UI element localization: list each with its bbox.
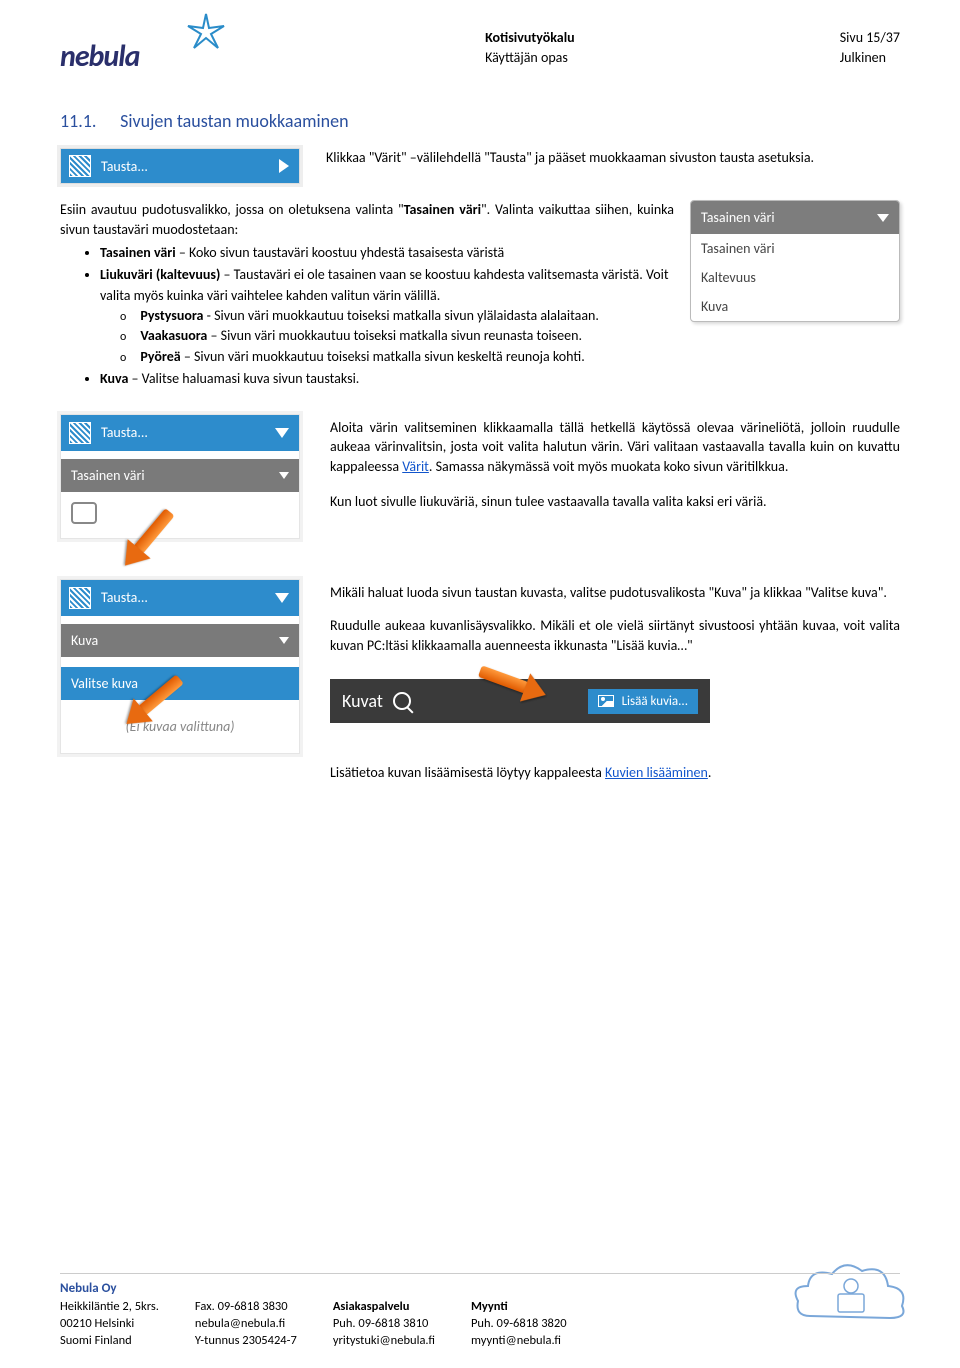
tausta-button[interactable]: Tausta... xyxy=(61,580,299,616)
list-item: Vaakasuora – Sivun väri muokkautuu toise… xyxy=(120,326,900,346)
tausta-button-label: Tausta... xyxy=(101,589,148,606)
kuvat-title: Kuvat xyxy=(342,690,383,712)
varit-link[interactable]: Värit xyxy=(402,458,429,475)
image-icon xyxy=(598,695,614,707)
chevron-down-icon xyxy=(279,637,289,644)
classification: Julkinen xyxy=(840,48,900,68)
paragraph: Aloita värin valitseminen klikkaamalla t… xyxy=(330,418,900,477)
add-images-button[interactable]: Lisää kuvia... xyxy=(588,689,698,714)
paragraph: Mikäli haluat luoda sivun taustan kuvast… xyxy=(330,583,900,603)
page-header: nebula Kotisivutyökalu Käyttäjän opas Si… xyxy=(60,20,900,80)
tausta-button-label: Tausta... xyxy=(101,158,148,175)
tausta-panel-color: Tausta... Tasainen väri xyxy=(60,414,300,539)
section-number: 11.1. xyxy=(60,110,116,132)
kuvien-link[interactable]: Kuvien lisääminen xyxy=(605,764,708,781)
footer-col: Heikkiläntie 2, 5krs.00210 HelsinkiSuomi… xyxy=(60,1299,159,1350)
dropdown-row[interactable]: Kuva xyxy=(61,624,299,657)
page-number: Sivu 15/37 xyxy=(840,28,900,48)
hatch-icon xyxy=(69,155,91,177)
footer-col: AsiakaspalveluPuh. 09-6818 3810yritystuk… xyxy=(333,1299,435,1350)
dropdown-option[interactable]: Kaltevuus xyxy=(691,263,899,292)
tausta-button[interactable]: Tausta... xyxy=(60,148,300,184)
nebula-logo: nebula xyxy=(60,20,220,80)
empty-state-label: (Ei kuvaa valittuna) xyxy=(61,700,299,753)
dropdown-selected: Tasainen väri xyxy=(701,209,775,226)
tasainen-dropdown[interactable]: Tasainen väri Tasainen väri Kaltevuus Ku… xyxy=(690,200,900,322)
dropdown-header[interactable]: Tasainen väri xyxy=(691,201,899,234)
dropdown-option[interactable]: Kuva xyxy=(691,292,899,321)
doc-title-block: Kotisivutyökalu Käyttäjän opas xyxy=(485,28,575,67)
dropdown-row[interactable]: Tasainen väri xyxy=(61,459,299,492)
section-title: Sivujen taustan muokkaaminen xyxy=(120,110,348,132)
doc-title: Kotisivutyökalu xyxy=(485,28,575,48)
page-footer: Nebula Oy Heikkiläntie 2, 5krs.00210 Hel… xyxy=(60,1273,900,1350)
chevron-down-icon xyxy=(275,593,289,603)
star-icon xyxy=(186,12,226,52)
paragraph: Lisätietoa kuvan lisäämisestä löytyy kap… xyxy=(330,763,900,783)
intro-paragraph: Klikkaa "Värit" –välilehdellä "Tausta" j… xyxy=(326,148,900,168)
tausta-button-label: Tausta... xyxy=(101,424,148,441)
hatch-icon xyxy=(69,422,91,444)
chevron-down-icon xyxy=(279,472,289,479)
tausta-button[interactable]: Tausta... xyxy=(61,415,299,451)
paragraph: Ruudulle aukeaa kuvanlisäysvalikko. Mikä… xyxy=(330,616,900,655)
paragraph: Kun luot sivulle liukuväriä, sinun tulee… xyxy=(330,492,900,512)
search-icon[interactable] xyxy=(393,692,411,710)
chevron-down-icon xyxy=(877,214,889,222)
color-swatch-row xyxy=(61,492,299,538)
footer-col: MyyntiPuh. 09-6818 3820myynti@nebula.fi xyxy=(471,1299,567,1350)
dropdown-option[interactable]: Tasainen väri xyxy=(691,234,899,263)
doc-subtitle: Käyttäjän opas xyxy=(485,48,575,68)
tausta-panel-kuva: Tausta... Kuva Valitse kuva (Ei kuvaa va… xyxy=(60,579,300,754)
chevron-down-icon xyxy=(275,428,289,438)
footer-col: Fax. 09-6818 3830nebula@nebula.fiY-tunnu… xyxy=(195,1299,297,1350)
chevron-right-icon xyxy=(279,159,289,173)
hatch-icon xyxy=(69,587,91,609)
footer-company: Nebula Oy xyxy=(60,1280,900,1298)
list-item: Pyöreä – Sivun väri muokkautuu toiseksi … xyxy=(120,347,900,367)
list-item: Kuva – Valitse haluamasi kuva sivun taus… xyxy=(100,369,900,389)
color-swatch[interactable] xyxy=(71,502,97,524)
section-heading: 11.1. Sivujen taustan muokkaaminen xyxy=(60,110,900,132)
doc-meta: Sivu 15/37 Julkinen xyxy=(840,28,900,67)
